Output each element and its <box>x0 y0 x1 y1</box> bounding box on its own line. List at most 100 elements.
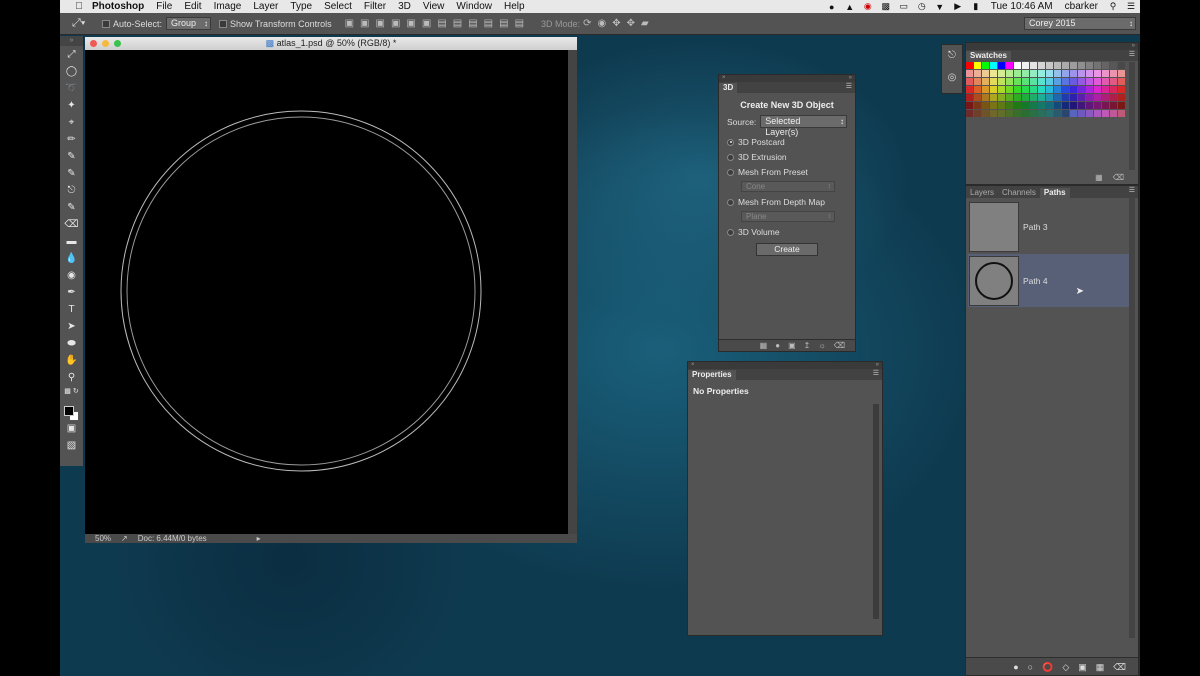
wifi-icon[interactable]: ▼ <box>933 2 947 12</box>
pen-tool-icon[interactable]: ✒ <box>60 284 83 301</box>
color-swatch[interactable] <box>974 78 981 85</box>
align-hcenter-icon[interactable]: ▣ <box>406 18 415 29</box>
radio-mesh-depth-map[interactable] <box>727 198 734 206</box>
color-swatch[interactable] <box>1022 86 1029 93</box>
color-swatch[interactable] <box>1054 62 1061 69</box>
color-swatch[interactable] <box>1086 62 1093 69</box>
color-swatch[interactable] <box>1118 86 1125 93</box>
color-swatch[interactable] <box>1102 86 1109 93</box>
3d-scale-icon[interactable]: ▰ <box>641 18 649 29</box>
color-swatch[interactable] <box>966 78 973 85</box>
distribute-vcenter-icon[interactable]: ▤ <box>453 18 462 29</box>
distribute-top-icon[interactable]: ▤ <box>437 18 446 29</box>
hand-tool-icon[interactable]: ✋ <box>60 352 83 369</box>
option-3d-postcard[interactable]: 3D Postcard <box>727 137 847 147</box>
color-swatch[interactable] <box>1022 78 1029 85</box>
3d-rotate-icon[interactable]: ⟳ <box>583 18 591 29</box>
libraries-icon[interactable]: ◎ <box>942 67 962 89</box>
color-swatch[interactable] <box>1014 86 1021 93</box>
color-swatch[interactable] <box>1038 70 1045 77</box>
color-swatch[interactable] <box>1046 86 1053 93</box>
menu-image[interactable]: Image <box>208 0 248 13</box>
canvas-vertical-scrollbar[interactable] <box>568 50 577 534</box>
color-swatch[interactable] <box>974 86 981 93</box>
path-item-path-4[interactable]: Path 4 ➤ <box>968 254 1129 307</box>
color-swatch[interactable] <box>990 102 997 109</box>
color-swatch[interactable] <box>1054 86 1061 93</box>
option-3d-extrusion[interactable]: 3D Extrusion <box>727 152 847 162</box>
show-transform-checkbox[interactable] <box>219 19 228 28</box>
color-swatch[interactable] <box>1094 78 1101 85</box>
color-swatch[interactable] <box>974 102 981 109</box>
color-swatch[interactable] <box>974 62 981 69</box>
time-machine-icon[interactable]: ◷ <box>915 1 929 12</box>
panel-menu-icon[interactable]: ☰ <box>1129 50 1135 60</box>
color-swatch[interactable] <box>1030 70 1037 77</box>
color-swatch[interactable] <box>1094 62 1101 69</box>
color-swatch[interactable] <box>1006 110 1013 117</box>
color-swatch[interactable] <box>1022 102 1029 109</box>
color-swatch[interactable] <box>966 62 973 69</box>
color-swatch[interactable] <box>998 94 1005 101</box>
distribute-right-icon[interactable]: ▤ <box>515 18 524 29</box>
tab-channels[interactable]: Channels <box>998 188 1040 198</box>
color-swatch[interactable] <box>1062 78 1069 85</box>
tab-properties[interactable]: Properties <box>688 370 736 380</box>
color-swatch[interactable] <box>982 86 989 93</box>
zoom-window-button[interactable] <box>114 40 121 47</box>
color-swatch[interactable] <box>1022 94 1029 101</box>
panel-collapse-icon[interactable]: » <box>849 75 852 82</box>
screen-icon[interactable]: ▩ <box>879 1 893 12</box>
color-swatch[interactable] <box>1094 70 1101 77</box>
make-work-path-icon[interactable]: ◇ <box>1062 658 1069 675</box>
color-swatch[interactable] <box>1118 62 1125 69</box>
color-swatch[interactable] <box>998 70 1005 77</box>
shape-tool-icon[interactable]: ⬬ <box>60 335 83 352</box>
preset-dropdown[interactable]: Cone <box>741 181 835 192</box>
color-swatch[interactable] <box>1070 102 1077 109</box>
color-swatch[interactable] <box>1086 110 1093 117</box>
color-swatch[interactable] <box>990 86 997 93</box>
source-dropdown[interactable]: Selected Layer(s) <box>760 115 847 137</box>
color-swatch[interactable] <box>1006 94 1013 101</box>
color-swatch[interactable] <box>1086 86 1093 93</box>
option-3d-volume[interactable]: 3D Volume <box>727 227 847 237</box>
radio-3d-postcard[interactable] <box>727 138 734 146</box>
color-swatch[interactable] <box>990 70 997 77</box>
color-swatch[interactable] <box>998 78 1005 85</box>
distribute-hcenter-icon[interactable]: ▤ <box>499 18 508 29</box>
color-swatch[interactable] <box>1102 78 1109 85</box>
user-name[interactable]: cbarker <box>1059 1 1104 12</box>
color-swatch[interactable] <box>1102 70 1109 77</box>
color-swatch[interactable] <box>1062 110 1069 117</box>
menu-file[interactable]: File <box>150 0 178 13</box>
distribute-left-icon[interactable]: ▤ <box>484 18 493 29</box>
color-swatch[interactable] <box>1102 62 1109 69</box>
color-swatch[interactable] <box>982 70 989 77</box>
color-swatch[interactable] <box>998 62 1005 69</box>
color-swatch[interactable] <box>966 94 973 101</box>
color-swatch[interactable] <box>1006 86 1013 93</box>
panel-properties-grip[interactable]: ×» <box>688 362 882 369</box>
color-swatch[interactable] <box>1094 110 1101 117</box>
menu-type[interactable]: Type <box>284 0 318 13</box>
color-swatch[interactable] <box>1062 70 1069 77</box>
color-swatch[interactable] <box>1030 102 1037 109</box>
clock[interactable]: Tue 10:46 AM <box>985 1 1059 12</box>
color-swatch[interactable] <box>1070 78 1077 85</box>
color-swatch[interactable] <box>1046 70 1053 77</box>
color-swatch[interactable] <box>1086 102 1093 109</box>
color-swatch[interactable] <box>998 86 1005 93</box>
color-swatch[interactable] <box>1030 62 1037 69</box>
color-swatch[interactable] <box>990 78 997 85</box>
color-swatch[interactable] <box>1054 70 1061 77</box>
color-swatch[interactable] <box>1014 78 1021 85</box>
color-swatch[interactable] <box>1094 94 1101 101</box>
stroke-path-icon[interactable]: ○ <box>1028 658 1033 675</box>
stamp-tool-icon[interactable]: ⎋ <box>60 182 83 199</box>
properties-scrollbar[interactable] <box>873 404 879 619</box>
load-selection-icon[interactable]: ⭕ <box>1042 658 1053 675</box>
marquee-tool-icon[interactable]: ◯ <box>60 63 83 80</box>
panel-menu-icon[interactable]: ☰ <box>873 369 879 379</box>
paths-scrollbar[interactable] <box>1129 198 1135 638</box>
